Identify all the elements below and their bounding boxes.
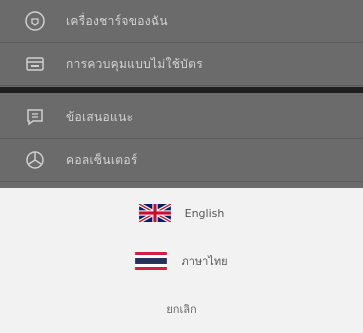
language-label: English: [184, 206, 225, 220]
menu-item-label: คอลเซ็นเตอร์: [66, 152, 138, 167]
language-option-english[interactable]: English: [0, 190, 363, 236]
menu-item-cardless-control[interactable]: การควบคุมแบบไม่ใช้บัตร: [0, 43, 363, 86]
uk-flag-icon: [138, 204, 171, 222]
menu-item-my-chargers[interactable]: เครื่องชาร์จของฉัน: [0, 0, 363, 43]
language-option-thai[interactable]: ภาษาไทย: [0, 238, 363, 284]
call-center-icon: [22, 147, 48, 173]
card-icon: [22, 51, 48, 77]
cancel-button[interactable]: ยกเลิก: [0, 286, 363, 332]
menu-item-label: การควบคุมแบบไม่ใช้บัตร: [66, 56, 203, 71]
menu-item-label: ข้อเสนอแนะ: [66, 109, 134, 124]
cancel-label: ยกเลิก: [166, 303, 197, 316]
section-divider: [0, 87, 363, 93]
menu-item-call-center[interactable]: คอลเซ็นเตอร์: [0, 139, 363, 182]
thai-flag-icon: [135, 252, 168, 270]
language-label: ภาษาไทย: [181, 255, 228, 268]
language-selection-sheet: English ภาษาไทย ยกเลิก: [0, 188, 363, 333]
feedback-icon: [22, 104, 48, 130]
charger-icon: [22, 8, 48, 34]
menu-item-label: เครื่องชาร์จของฉัน: [66, 13, 168, 28]
menu-item-feedback[interactable]: ข้อเสนอแนะ: [0, 96, 363, 139]
